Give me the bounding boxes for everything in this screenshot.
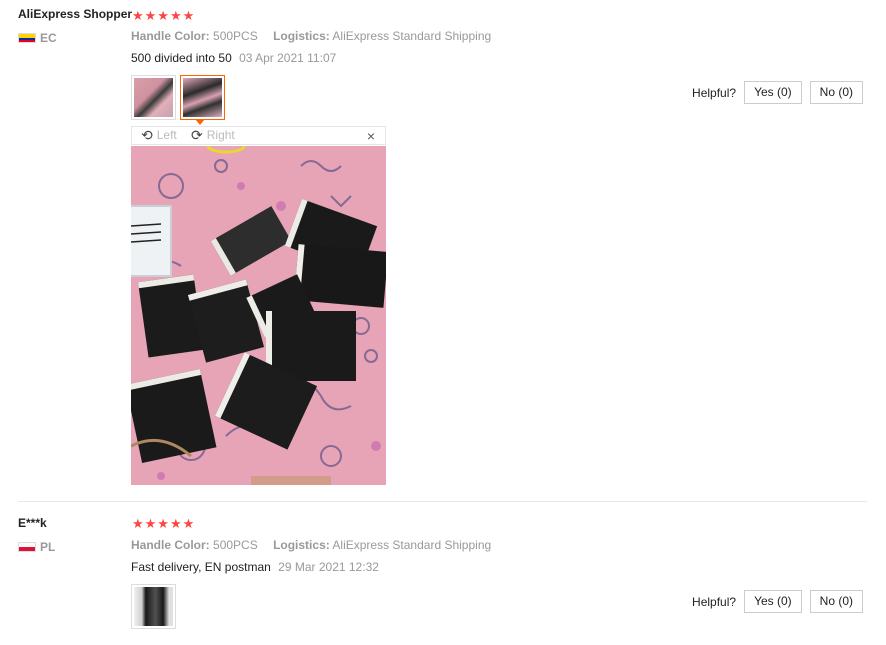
rating-stars: ★★★★★ <box>132 516 196 531</box>
product-attributes: Handle Color: 500PCS Logistics: AliExpre… <box>131 538 503 552</box>
reviewer-name: AliExpress Shopper <box>18 7 133 21</box>
poland-flag-icon <box>18 542 36 552</box>
attr-value: 500PCS <box>213 29 258 43</box>
review-date: 03 Apr 2021 11:07 <box>239 51 337 65</box>
helpful-label: Helpful? <box>692 594 737 609</box>
rotate-right-label: Right <box>206 128 235 142</box>
review-text: 500 divided into 50 03 Apr 2021 11:07 <box>131 51 336 65</box>
rotate-right-button[interactable]: ⟳ Right <box>191 128 235 142</box>
rotate-right-icon: ⟳ <box>191 127 203 143</box>
rotate-left-button[interactable]: ⟲ Left <box>141 128 177 142</box>
review-photo-large <box>131 146 386 485</box>
helpful-label: Helpful? <box>692 85 737 100</box>
helpful-yes-button[interactable]: Yes (0) <box>744 590 802 613</box>
review-body: 500 divided into 50 <box>131 51 232 65</box>
attr-key: Logistics: <box>273 29 330 43</box>
reviewer-country: PL <box>40 540 56 554</box>
rating-stars: ★★★★★ <box>132 8 196 23</box>
review-photo-thumbnail-selected[interactable] <box>180 75 225 120</box>
helpful-no-button[interactable]: No (0) <box>809 590 863 613</box>
review-divider <box>18 501 867 502</box>
thumbnail-image <box>183 78 222 117</box>
ecuador-flag-icon <box>18 33 36 43</box>
rotate-left-icon: ⟲ <box>141 127 153 143</box>
image-viewer-toolbar: ⟲ Left ⟳ Right × <box>131 126 386 145</box>
helpful-no-button[interactable]: No (0) <box>809 81 863 104</box>
reviewer-country: EC <box>40 31 57 45</box>
helpful-yes-button[interactable]: Yes (0) <box>744 81 802 104</box>
thumbnail-image <box>134 587 173 626</box>
attr-value: AliExpress Standard Shipping <box>332 538 492 552</box>
thumbnail-image <box>134 78 173 117</box>
review-photo-thumbnail[interactable] <box>131 75 176 120</box>
helpful-controls: Helpful? Yes (0) No (0) <box>692 81 863 104</box>
review-photo-thumbnail[interactable] <box>131 584 176 629</box>
attr-key: Handle Color: <box>131 29 210 43</box>
product-attributes: Handle Color: 500PCS Logistics: AliExpre… <box>131 29 503 43</box>
review-body: Fast delivery, EN postman <box>131 560 271 574</box>
attr-value: 500PCS <box>213 538 258 552</box>
helpful-controls: Helpful? Yes (0) No (0) <box>692 590 863 613</box>
close-icon[interactable]: × <box>367 128 375 144</box>
review-text: Fast delivery, EN postman 29 Mar 2021 12… <box>131 560 379 574</box>
reviewer-name: E***k <box>18 516 47 530</box>
attr-key: Handle Color: <box>131 538 210 552</box>
review-item: E***k ★★★★★ PL Handle Color: 500PCS Logi… <box>0 503 886 645</box>
attr-value: AliExpress Standard Shipping <box>332 29 492 43</box>
review-item: AliExpress Shopper ★★★★★ EC Handle Color… <box>0 0 886 500</box>
selected-caret-icon <box>195 119 205 125</box>
rotate-left-label: Left <box>156 128 177 142</box>
attr-key: Logistics: <box>273 538 330 552</box>
photo-image <box>131 146 386 485</box>
review-date: 29 Mar 2021 12:32 <box>278 560 379 574</box>
